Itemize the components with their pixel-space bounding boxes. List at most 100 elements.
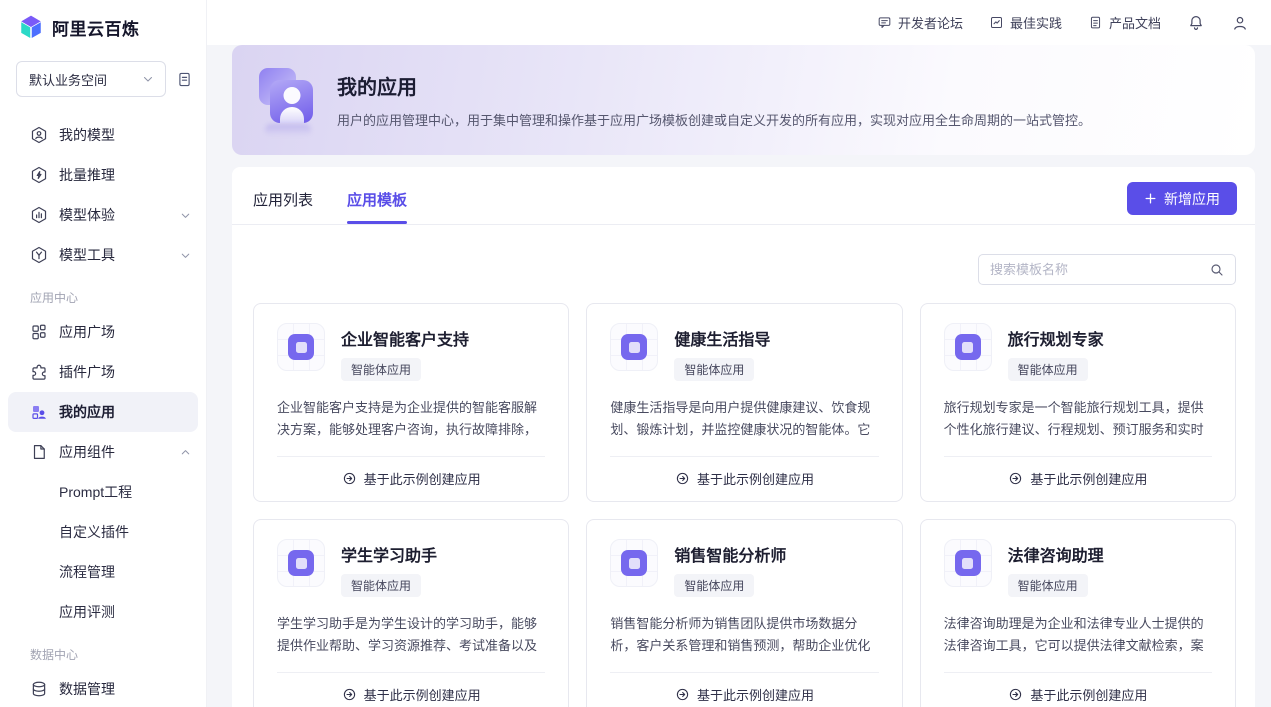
brand-logo-icon (18, 14, 44, 40)
sidebar-item-my-models[interactable]: 我的模型 (0, 115, 206, 155)
create-from-template-link[interactable]: 基于此示例创建应用 (1008, 685, 1147, 704)
app-template-icon (277, 323, 325, 371)
template-search (978, 254, 1236, 285)
new-app-button[interactable]: 新增应用 (1127, 182, 1237, 215)
workspace-doc-icon[interactable] (176, 71, 193, 88)
card-type-badge: 智能体应用 (1008, 574, 1088, 597)
card-description: 学生学习助手是为学生设计的学习助手，能够提供作业帮助、学习资源推荐、考试准备以及… (277, 613, 545, 657)
sidebar-item-label: Prompt工程 (59, 482, 132, 502)
sidebar-item-label: 批量推理 (59, 165, 192, 185)
card-type-badge: 智能体应用 (1008, 358, 1088, 381)
card-description: 法律咨询助理是为企业和法律专业人士提供的法律咨询工具，它可以提供法律文献检索，案… (944, 613, 1212, 657)
component-icon (30, 443, 48, 461)
sidebar-subitem-app-evaluation[interactable]: 应用评测 (0, 592, 206, 632)
search-input[interactable] (990, 262, 1190, 277)
card-type-badge: 智能体应用 (674, 358, 754, 381)
user-icon[interactable] (1231, 14, 1249, 32)
sidebar-item-label: 模型工具 (59, 245, 179, 265)
bell-icon[interactable] (1187, 14, 1205, 32)
card-title: 学生学习助手 (341, 542, 437, 566)
workspace-selector[interactable]: 默认业务空间 (16, 61, 166, 97)
my-apps-icon (30, 403, 48, 421)
create-from-template-link[interactable]: 基于此示例创建应用 (675, 469, 814, 488)
sidebar-item-plugin-marketplace[interactable]: 插件广场 (0, 352, 206, 392)
plus-icon (1144, 192, 1157, 205)
sidebar: 阿里云百炼 默认业务空间 我的模型 (0, 0, 207, 707)
page-title: 我的应用 (337, 71, 1091, 100)
brand: 阿里云百炼 (0, 0, 206, 40)
card-title: 健康生活指导 (674, 326, 770, 350)
circle-arrow-icon (675, 471, 690, 486)
create-from-template-link[interactable]: 基于此示例创建应用 (342, 685, 481, 704)
template-card[interactable]: 销售智能分析师 智能体应用 销售智能分析师为销售团队提供市场数据分析，客户关系管… (586, 519, 902, 707)
sidebar-item-model-tools[interactable]: 模型工具 (0, 235, 206, 275)
topbar-link-label: 产品文档 (1109, 13, 1161, 32)
sidebar-item-label: 应用广场 (59, 322, 192, 342)
card-type-badge: 智能体应用 (341, 574, 421, 597)
chevron-down-icon (179, 209, 192, 222)
workspace-value: 默认业务空间 (29, 70, 107, 89)
topbar-link-label: 开发者论坛 (898, 13, 963, 32)
card-type-badge: 智能体应用 (674, 574, 754, 597)
content-panel: 应用列表 应用模板 新增应用 (232, 167, 1255, 707)
template-card[interactable]: 健康生活指导 智能体应用 健康生活指导是向用户提供健康建议、饮食规划、锻炼计划，… (586, 303, 902, 502)
topbar-link-label: 最佳实践 (1010, 13, 1062, 32)
template-toolbar (232, 225, 1255, 285)
create-link-label: 基于此示例创建应用 (364, 469, 481, 488)
search-icon[interactable] (1209, 262, 1225, 278)
tab-bar: 应用列表 应用模板 新增应用 (232, 167, 1255, 225)
card-description: 健康生活指导是向用户提供健康建议、饮食规划、锻炼计划，并监控健康状况的智能体。它… (610, 397, 878, 441)
page-description: 用户的应用管理中心，用于集中管理和操作基于应用广场模板创建或自定义开发的所有应用… (337, 110, 1091, 129)
sidebar-item-label: 模型体验 (59, 205, 179, 225)
template-card[interactable]: 旅行规划专家 智能体应用 旅行规划专家是一个智能旅行规划工具，提供个性化旅行建议… (920, 303, 1236, 502)
sidebar-item-model-playground[interactable]: 模型体验 (0, 195, 206, 235)
sidebar-item-batch-inference[interactable]: 批量推理 (0, 155, 206, 195)
my-apps-hero-icon (257, 65, 319, 135)
circle-arrow-icon (342, 471, 357, 486)
tab-app-list[interactable]: 应用列表 (253, 189, 313, 224)
sidebar-item-label: 插件广场 (59, 362, 192, 382)
page-hero-banner: 我的应用 用户的应用管理中心，用于集中管理和操作基于应用广场模板创建或自定义开发… (232, 45, 1255, 155)
tab-app-templates[interactable]: 应用模板 (347, 189, 407, 224)
sidebar-item-app-components[interactable]: 应用组件 (0, 432, 206, 472)
chevron-down-icon (141, 72, 155, 86)
product-docs-icon (1088, 15, 1103, 30)
chevron-down-icon (179, 249, 192, 262)
brand-name: 阿里云百炼 (52, 15, 140, 40)
sidebar-subitem-custom-plugins[interactable]: 自定义插件 (0, 512, 206, 552)
circle-arrow-icon (675, 687, 690, 702)
template-card[interactable]: 法律咨询助理 智能体应用 法律咨询助理是为企业和法律专业人士提供的法律咨询工具，… (920, 519, 1236, 707)
card-title: 企业智能客户支持 (341, 326, 469, 350)
circle-arrow-icon (342, 687, 357, 702)
main-content: 我的应用 用户的应用管理中心，用于集中管理和操作基于应用广场模板创建或自定义开发… (207, 45, 1271, 707)
topbar-link-product-docs[interactable]: 产品文档 (1088, 13, 1161, 32)
sidebar-item-app-marketplace[interactable]: 应用广场 (0, 312, 206, 352)
sidebar-subitem-prompt-engineering[interactable]: Prompt工程 (0, 472, 206, 512)
sidebar-item-data-management[interactable]: 数据管理 (0, 669, 206, 707)
sidebar-section-data-center: 数据中心 (0, 632, 206, 669)
topbar-link-developer-forum[interactable]: 开发者论坛 (877, 13, 963, 32)
create-link-label: 基于此示例创建应用 (697, 685, 814, 704)
create-link-label: 基于此示例创建应用 (364, 685, 481, 704)
card-title: 销售智能分析师 (674, 542, 786, 566)
create-from-template-link[interactable]: 基于此示例创建应用 (675, 685, 814, 704)
app-template-icon (610, 539, 658, 587)
template-card[interactable]: 学生学习助手 智能体应用 学生学习助手是为学生设计的学习助手，能够提供作业帮助、… (253, 519, 569, 707)
sidebar-subitem-flow-management[interactable]: 流程管理 (0, 552, 206, 592)
sidebar-section-app-center: 应用中心 (0, 275, 206, 312)
topbar: 开发者论坛 最佳实践 产品文档 (207, 0, 1271, 45)
template-card[interactable]: 企业智能客户支持 智能体应用 企业智能客户支持是为企业提供的智能客服解决方案，能… (253, 303, 569, 502)
create-from-template-link[interactable]: 基于此示例创建应用 (342, 469, 481, 488)
sidebar-item-my-apps[interactable]: 我的应用 (8, 392, 198, 432)
card-description: 销售智能分析师为销售团队提供市场数据分析，客户关系管理和销售预测，帮助企业优化销… (610, 613, 878, 657)
topbar-link-best-practices[interactable]: 最佳实践 (989, 13, 1062, 32)
app-template-icon (277, 539, 325, 587)
create-from-template-link[interactable]: 基于此示例创建应用 (1008, 469, 1147, 488)
circle-arrow-icon (1008, 471, 1023, 486)
circle-arrow-icon (1008, 687, 1023, 702)
card-title: 旅行规划专家 (1008, 326, 1104, 350)
hexagon-user-icon (30, 126, 48, 144)
create-link-label: 基于此示例创建应用 (697, 469, 814, 488)
hexagon-tool-icon (30, 246, 48, 264)
template-card-grid: 企业智能客户支持 智能体应用 企业智能客户支持是为企业提供的智能客服解决方案，能… (232, 285, 1255, 707)
